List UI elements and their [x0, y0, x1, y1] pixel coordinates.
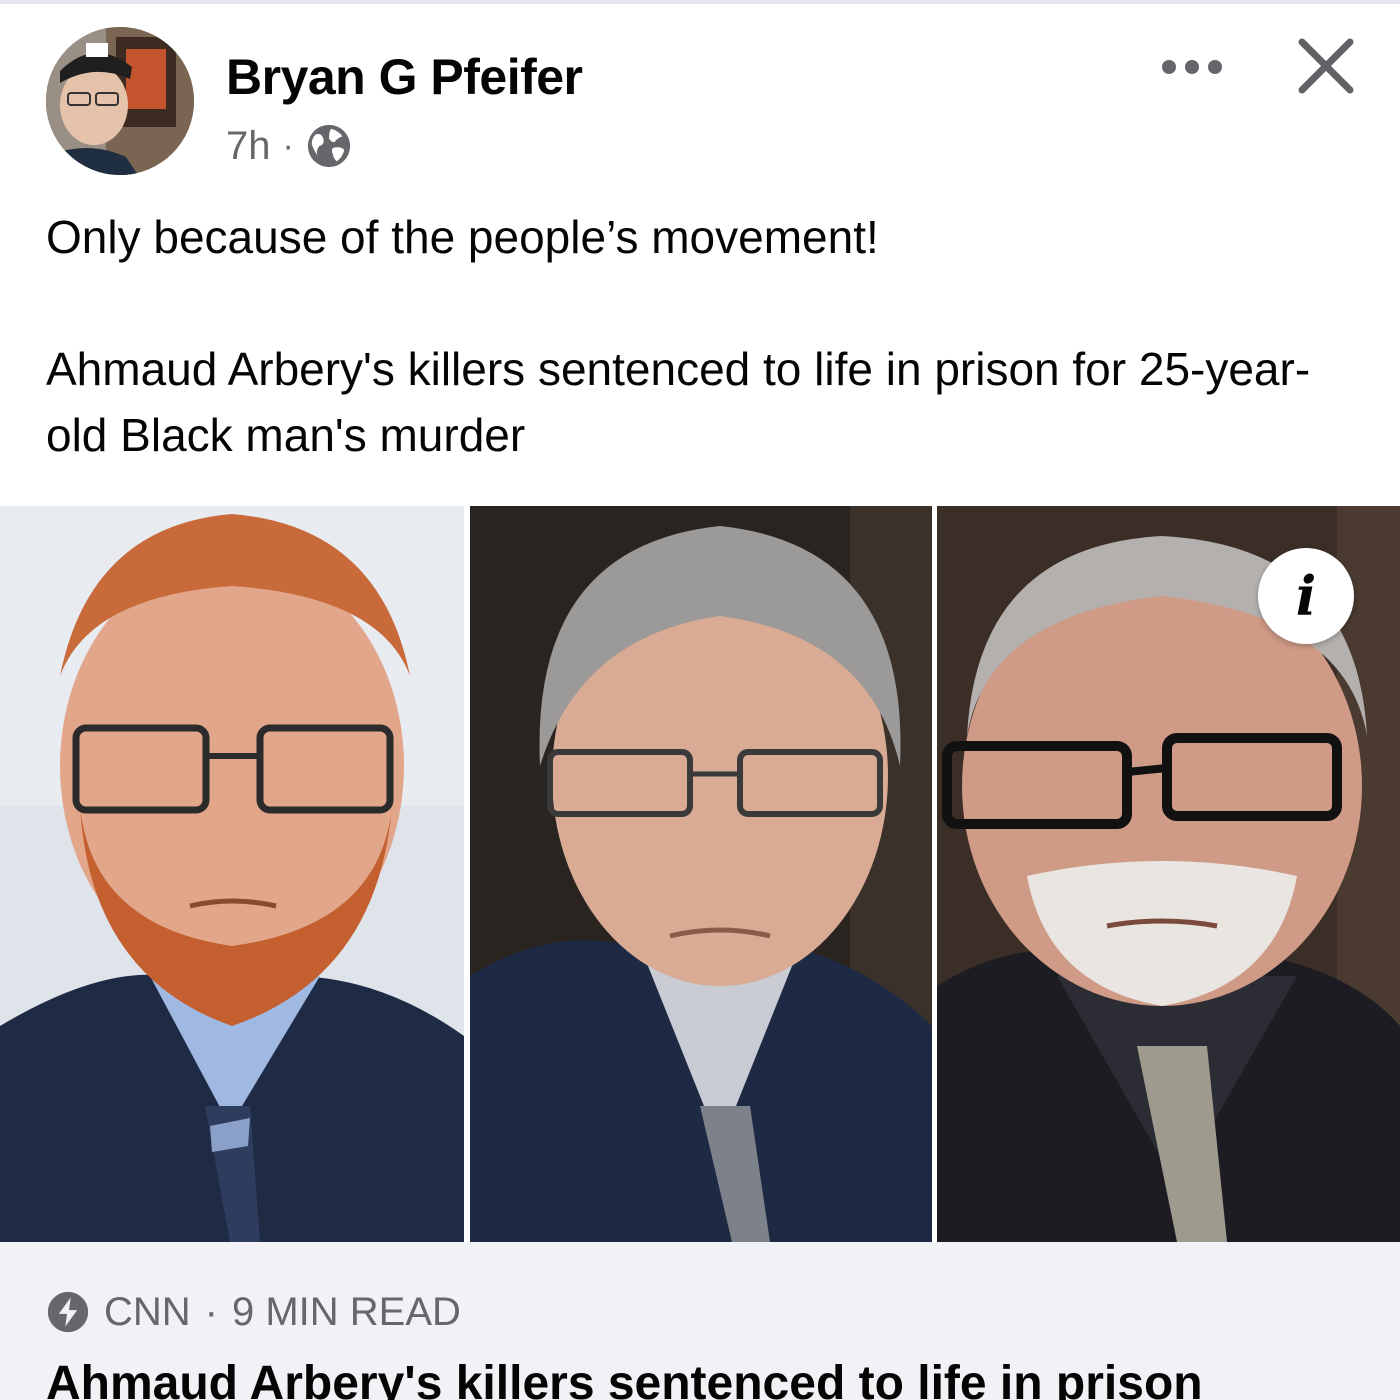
more-options-button[interactable]: [1150, 40, 1234, 94]
close-button[interactable]: [1290, 30, 1362, 102]
avatar-photo: [46, 27, 194, 175]
info-icon[interactable]: i: [1258, 548, 1354, 644]
link-source-row: CNN · 9 MIN READ: [46, 1282, 461, 1342]
photo-panel-left: [0, 506, 464, 1242]
link-read-time: 9 MIN READ: [232, 1289, 461, 1334]
post-text-line: Only because of the people’s movement!: [46, 211, 879, 263]
meta-separator: ·: [282, 126, 294, 165]
post-meta: 7h ·: [226, 120, 352, 172]
link-source-separator: ·: [204, 1289, 218, 1334]
avatar[interactable]: [46, 27, 194, 175]
link-source: CNN: [104, 1289, 191, 1334]
post-text-headline: Ahmaud Arbery's killers sentenced to lif…: [46, 343, 1311, 461]
portrait-image: [0, 506, 464, 1242]
more-dot: [1208, 60, 1222, 74]
link-image[interactable]: [0, 506, 1400, 1242]
author-name[interactable]: Bryan G Pfeifer: [226, 48, 583, 106]
globe-icon: [307, 124, 350, 168]
post-timestamp[interactable]: 7h: [226, 124, 271, 169]
facebook-post: Bryan G Pfeifer 7h · Only because of the…: [0, 0, 1400, 1400]
link-title[interactable]: Ahmaud Arbery's killers sentenced to lif…: [46, 1354, 1386, 1400]
link-preview-card[interactable]: CNN · 9 MIN READ Ahmaud Arbery's killers…: [0, 1242, 1400, 1400]
more-horizontal-icon: [1162, 60, 1176, 74]
instant-article-bolt-icon: [47, 1291, 89, 1333]
photo-panel-middle: [470, 506, 932, 1242]
post-message: Only because of the people’s movement! A…: [46, 204, 1366, 468]
more-dot: [1185, 60, 1199, 74]
close-icon: [1298, 38, 1354, 94]
top-divider: [0, 0, 1400, 4]
portrait-image: [470, 506, 932, 1242]
